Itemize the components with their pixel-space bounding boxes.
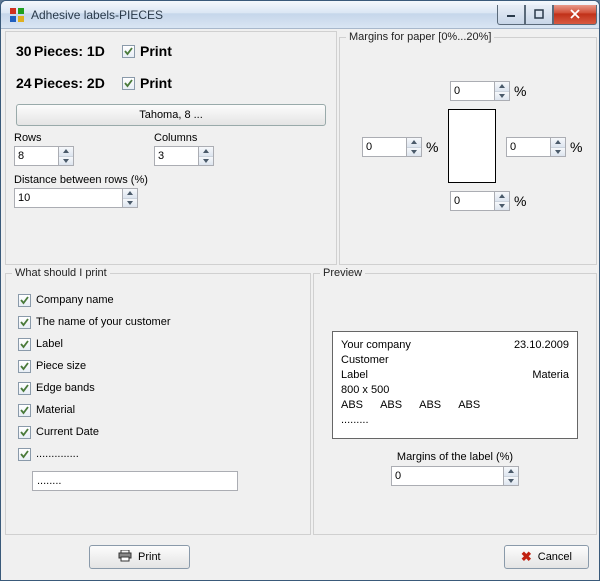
checkbox[interactable] [18, 382, 31, 395]
button-bar: Print ✖ Cancel [5, 540, 595, 574]
what-print-legend: What should I print [12, 267, 110, 279]
checkbox-label: Current Date [36, 426, 99, 438]
client-area: 30 Pieces: 1D Print 24 Pieces: 2D Print … [1, 29, 599, 580]
checkbox[interactable] [18, 404, 31, 417]
rows-spinner[interactable] [14, 146, 74, 166]
app-icon [9, 7, 25, 23]
label-margins-input[interactable] [391, 466, 503, 486]
margin-left-spinner[interactable] [362, 137, 422, 157]
print-1d-label: Print [140, 43, 172, 59]
columns-up[interactable] [199, 147, 213, 157]
paper-rect [448, 109, 496, 183]
margins-paper-panel: Margins for paper [0%...20%] % % % % [339, 31, 597, 265]
pct-label: % [426, 139, 438, 155]
printer-icon [118, 550, 132, 565]
what-print-panel: What should I print Company name The name… [5, 267, 311, 535]
margin-right-spinner[interactable] [506, 137, 566, 157]
distance-label: Distance between rows (%) [14, 174, 328, 186]
pieces-2d-label: Pieces: 2D [34, 75, 122, 91]
preview-panel: Preview Your company 23.10.2009 Customer … [313, 267, 597, 535]
rows-input[interactable] [14, 146, 58, 166]
label-margins-spinner[interactable] [391, 466, 519, 486]
columns-input[interactable] [154, 146, 198, 166]
font-button[interactable]: Tahoma, 8 ... [16, 104, 326, 126]
margin-right-input[interactable] [506, 137, 550, 157]
checkbox-label: Edge bands [36, 382, 95, 394]
distance-input[interactable] [14, 188, 122, 208]
window-title: Adhesive labels-PIECES [31, 8, 497, 22]
custom-text-input[interactable] [32, 471, 238, 491]
label-margins-label: Margins of the label (%) [320, 451, 590, 463]
margin-bottom-spinner[interactable] [450, 191, 510, 211]
print-button[interactable]: Print [89, 545, 190, 569]
preview-material: Materia [532, 368, 569, 383]
pieces-1d-label: Pieces: 1D [34, 43, 122, 59]
pct-label: % [514, 83, 526, 99]
preview-customer: Customer [341, 353, 569, 368]
rows-down[interactable] [59, 157, 73, 166]
minimize-button[interactable] [497, 5, 525, 25]
cancel-icon: ✖ [521, 549, 532, 565]
margin-left-input[interactable] [362, 137, 406, 157]
check-item: Material [18, 399, 298, 421]
preview-abs-row: ABS ABS ABS ABS [341, 398, 569, 413]
print-2d-label: Print [140, 75, 172, 91]
check-item: Edge bands [18, 377, 298, 399]
checkbox-label: The name of your customer [36, 316, 171, 328]
checkbox-label: .............. [36, 448, 79, 460]
columns-down[interactable] [199, 157, 213, 166]
rows-label: Rows [14, 132, 74, 144]
pct-label: % [570, 139, 582, 155]
columns-spinner[interactable] [154, 146, 214, 166]
check-item: .............. [18, 443, 298, 465]
check-item: The name of your customer [18, 311, 298, 333]
checkbox[interactable] [18, 448, 31, 461]
checkbox[interactable] [18, 426, 31, 439]
pct-label: % [514, 193, 526, 209]
preview-size: 800 x 500 [341, 383, 569, 398]
checkbox[interactable] [18, 316, 31, 329]
distance-spinner[interactable] [14, 188, 138, 208]
dialog-window: Adhesive labels-PIECES 30 Pieces: 1D Pri… [0, 0, 600, 581]
pieces-1d-count: 30 [6, 43, 34, 59]
checkbox[interactable] [18, 360, 31, 373]
check-item: Current Date [18, 421, 298, 443]
checkbox[interactable] [18, 294, 31, 307]
window-buttons [497, 5, 597, 25]
margin-top-spinner[interactable] [450, 81, 510, 101]
margin-bottom-input[interactable] [450, 191, 494, 211]
check-item: Company name [18, 289, 298, 311]
cancel-button-label: Cancel [538, 551, 572, 563]
preview-box: Your company 23.10.2009 Customer Label Mat… [332, 331, 578, 439]
checkbox[interactable] [18, 338, 31, 351]
distance-down[interactable] [123, 199, 137, 208]
distance-up[interactable] [123, 189, 137, 199]
preview-label: Label [341, 368, 368, 383]
preview-date: 23.10.2009 [514, 338, 569, 353]
check-item: Piece size [18, 355, 298, 377]
print-1d-checkbox[interactable] [122, 45, 135, 58]
checkbox-label: Material [36, 404, 75, 416]
titlebar[interactable]: Adhesive labels-PIECES [1, 1, 599, 29]
print-2d-checkbox[interactable] [122, 77, 135, 90]
preview-dots: ......... [341, 413, 569, 428]
cancel-button[interactable]: ✖ Cancel [504, 545, 589, 569]
close-button[interactable] [553, 5, 597, 25]
margins-paper-legend: Margins for paper [0%...20%] [346, 31, 494, 43]
margin-top-input[interactable] [450, 81, 494, 101]
checkbox-label: Piece size [36, 360, 86, 372]
maximize-button[interactable] [525, 5, 553, 25]
pieces-panel: 30 Pieces: 1D Print 24 Pieces: 2D Print … [5, 31, 337, 265]
checkbox-label: Company name [36, 294, 114, 306]
print-button-label: Print [138, 551, 161, 563]
preview-company: Your company [341, 338, 411, 353]
check-item: Label [18, 333, 298, 355]
pieces-2d-count: 24 [6, 75, 34, 91]
preview-legend: Preview [320, 267, 365, 279]
rows-up[interactable] [59, 147, 73, 157]
columns-label: Columns [154, 132, 214, 144]
checkbox-label: Label [36, 338, 63, 350]
